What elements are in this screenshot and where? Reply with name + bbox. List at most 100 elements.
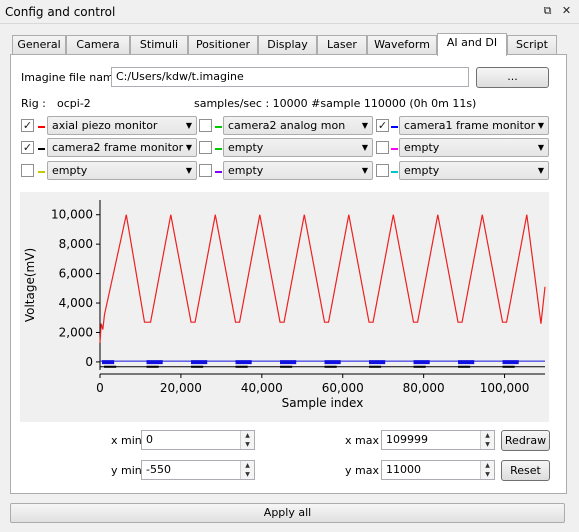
x-tick-label: 20,000: [160, 381, 202, 395]
ymin-spinbox[interactable]: -550 ▲ ▼: [141, 460, 255, 480]
y-tick-label: 4,000: [59, 296, 93, 310]
xmax-label: x max: [345, 434, 379, 447]
series-2-pulse: [280, 365, 293, 368]
series-1-pulse: [413, 360, 430, 365]
series-1-pulse: [235, 360, 252, 365]
spin-arrows-icon[interactable]: ▲ ▼: [240, 461, 254, 479]
xmin-label: x min: [111, 434, 142, 447]
spin-arrows-icon[interactable]: ▲ ▼: [480, 431, 494, 449]
rig-value: ocpi-2: [57, 97, 91, 110]
tab-laser[interactable]: Laser: [317, 35, 367, 55]
tab-ai-and-di[interactable]: AI and DI: [437, 33, 507, 56]
channel-8-checkbox[interactable]: [199, 164, 212, 177]
x-tick-label: 0: [96, 381, 104, 395]
browse-button[interactable]: ...: [476, 67, 549, 88]
series-1-pulse: [280, 360, 297, 365]
channel-9-select[interactable]: empty ▼: [399, 161, 549, 180]
series-1-pulse: [146, 360, 163, 365]
channel-3-select[interactable]: camera1 frame monitor ▼: [399, 116, 549, 135]
x-axis-label: Sample index: [282, 396, 364, 410]
tab-stimuli[interactable]: Stimuli: [130, 35, 188, 55]
spin-arrows-icon[interactable]: ▲ ▼: [480, 461, 494, 479]
channel-6-color: [391, 148, 398, 150]
channel-1-select[interactable]: axial piezo monitor ▼: [47, 116, 197, 135]
series-2-pulse: [324, 365, 337, 368]
samples-info: samples/sec : 10000 #sample 110000 (0h 0…: [194, 97, 477, 110]
reset-button[interactable]: Reset: [501, 460, 550, 481]
series-1-pulse: [458, 360, 475, 365]
series-2-pulse: [502, 365, 515, 368]
channel-6-select[interactable]: empty ▼: [399, 138, 549, 157]
series-1-pulse: [102, 360, 115, 365]
y-tick-label: 6,000: [59, 267, 93, 281]
file-name-label: Imagine file name: [21, 71, 121, 84]
y-axis-label: Voltage(mV): [23, 248, 37, 322]
tab-waveform[interactable]: Waveform: [367, 35, 437, 55]
x-tick-label: 40,000: [241, 381, 283, 395]
channel-9-color: [391, 171, 398, 173]
channel-3-checkbox[interactable]: ✓: [376, 119, 389, 132]
channel-8-select[interactable]: empty ▼: [223, 161, 373, 180]
chevron-down-icon: ▼: [185, 166, 192, 175]
plot-area: [100, 200, 545, 370]
series-2-pulse: [369, 365, 382, 368]
y-tick-label: 0: [85, 355, 93, 369]
chevron-down-icon: ▼: [185, 143, 192, 152]
channel-7-checkbox[interactable]: [21, 164, 34, 177]
series-2-pulse: [191, 365, 204, 368]
channel-2-color: [215, 126, 222, 128]
channel-4-select[interactable]: camera2 frame monitor ▼: [47, 138, 197, 157]
ymax-label: y max: [345, 464, 379, 477]
close-icon[interactable]: ✕: [560, 4, 573, 17]
chevron-down-icon: ▼: [537, 121, 544, 130]
chevron-down-icon: ▼: [361, 121, 368, 130]
channel-6-checkbox[interactable]: [376, 141, 389, 154]
ymax-spinbox[interactable]: 11000 ▲ ▼: [381, 460, 495, 480]
series-2-pulse: [458, 365, 471, 368]
x-tick-label: 100,000: [480, 381, 530, 395]
series-2-pulse: [413, 365, 426, 368]
series-2-pulse: [146, 365, 159, 368]
redraw-button[interactable]: Redraw: [501, 430, 550, 451]
chevron-down-icon: ▼: [361, 143, 368, 152]
tab-positioner[interactable]: Positioner: [188, 35, 258, 55]
x-tick-label: 60,000: [322, 381, 364, 395]
spin-arrows-icon[interactable]: ▲ ▼: [240, 431, 254, 449]
tab-camera[interactable]: Camera: [66, 35, 130, 55]
chevron-down-icon: ▼: [537, 143, 544, 152]
xmin-spinbox[interactable]: 0 ▲ ▼: [141, 430, 255, 450]
channel-2-checkbox[interactable]: [199, 119, 212, 132]
series-1-pulse: [502, 360, 519, 365]
channel-5-checkbox[interactable]: [199, 141, 212, 154]
file-name-input[interactable]: C:/Users/kdw/t.imagine: [111, 67, 469, 87]
series-2-pulse: [235, 365, 248, 368]
channel-1-checkbox[interactable]: ✓: [21, 119, 34, 132]
channel-3-color: [391, 126, 398, 128]
channel-5-select[interactable]: empty ▼: [223, 138, 373, 157]
x-tick-label: 80,000: [403, 381, 445, 395]
channel-7-select[interactable]: empty ▼: [47, 161, 197, 180]
tab-script[interactable]: Script: [507, 35, 557, 55]
tab-display[interactable]: Display: [258, 35, 317, 55]
chevron-down-icon: ▼: [361, 166, 368, 175]
restore-icon[interactable]: ⧉: [541, 4, 554, 17]
channel-1-color: [38, 126, 45, 128]
series-1-pulse: [324, 360, 341, 365]
channel-2-select[interactable]: camera2 analog mon ▼: [223, 116, 373, 135]
rig-label: Rig :: [21, 97, 46, 110]
channel-7-color: [38, 171, 45, 173]
y-tick-label: 8,000: [59, 237, 93, 251]
chevron-down-icon: ▼: [185, 121, 192, 130]
channel-4-color: [38, 148, 45, 150]
channel-8-color: [215, 171, 222, 173]
channel-4-checkbox[interactable]: ✓: [21, 141, 34, 154]
ymin-label: y min: [111, 464, 142, 477]
tab-general[interactable]: General: [12, 35, 66, 55]
window-title: Config and control: [5, 5, 116, 19]
window-controls: ⧉ ✕: [541, 4, 573, 18]
y-tick-label: 2,000: [59, 325, 93, 339]
channel-5-color: [215, 148, 222, 150]
xmax-spinbox[interactable]: 109999 ▲ ▼: [381, 430, 495, 450]
apply-all-button[interactable]: Apply all: [10, 503, 565, 523]
channel-9-checkbox[interactable]: [376, 164, 389, 177]
